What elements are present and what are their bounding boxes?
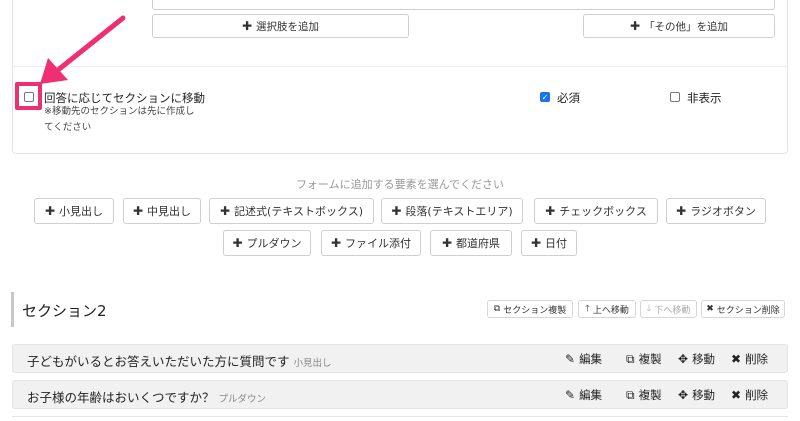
delete-label: 削除: [745, 352, 769, 366]
plus-icon: ✚: [44, 204, 56, 218]
add-prefecture-button[interactable]: ✚ 都道府県: [430, 230, 512, 256]
add-element-label: 小見出し: [59, 205, 104, 218]
edit-label: 編集: [579, 388, 603, 402]
required-checkbox[interactable]: ✓: [540, 92, 550, 102]
question-row[interactable]: お子様の年齢はおいくつですか？ プルダウン ✎ 編集 ⧉ 複製 ✥ 移動 ✖ 削除: [12, 380, 788, 409]
add-option-button[interactable]: ✚ 選択肢を追加: [152, 14, 409, 38]
section-delete-label: セクション削除: [716, 305, 780, 316]
add-file-button[interactable]: ✚ ファイル添付: [321, 230, 421, 256]
section-copy-button[interactable]: ⧉ セクション複製: [487, 300, 573, 318]
section-title: セクション2: [22, 302, 107, 320]
edit-button[interactable]: ✎ 編集: [565, 387, 602, 403]
copy-icon: ⧉: [626, 387, 635, 402]
copy-button[interactable]: ⧉ 複製: [626, 351, 662, 367]
required-label: 必須: [557, 91, 580, 105]
section-down-button[interactable]: 🡓 下へ移動: [640, 300, 697, 318]
add-element-label: 記述式(テキストボックス): [234, 205, 363, 218]
move-button[interactable]: ✥ 移動: [678, 387, 715, 403]
next-row-edge: [12, 416, 788, 421]
delete-label: 削除: [745, 388, 769, 402]
jump-section-note: ※移動先のセクションは先に作成し てください: [44, 104, 194, 136]
question-type: プルダウン: [218, 394, 267, 405]
section-up-button[interactable]: 🡑 上へ移動: [578, 300, 636, 318]
add-element-label: 中見出し: [147, 205, 192, 218]
pencil-icon: ✎: [565, 352, 576, 366]
section-down-label: 下へ移動: [654, 305, 691, 316]
arrow-up-icon: 🡑: [585, 304, 590, 314]
copy-button[interactable]: ⧉ 複製: [626, 387, 662, 403]
hidden-label: 非表示: [687, 91, 722, 105]
plus-icon: ✚: [241, 19, 253, 33]
plus-icon: ✚: [629, 19, 641, 33]
edit-button[interactable]: ✎ 編集: [565, 351, 602, 367]
move-label: 移動: [692, 352, 716, 366]
copy-icon: ⧉: [493, 304, 501, 314]
add-medium-heading-button[interactable]: ✚ 中見出し: [123, 198, 201, 224]
close-icon: ✖: [731, 352, 742, 366]
add-element-label: チェックボックス: [559, 205, 647, 218]
question-row[interactable]: 子どもがいるとお答えいただいた方に質問です 小見出し ✎ 編集 ⧉ 複製 ✥ 移動 ✖ 削…: [12, 344, 788, 373]
copy-label: 複製: [638, 388, 662, 402]
section-delete-button[interactable]: ✖ セクション削除: [701, 300, 785, 318]
add-dropdown-button[interactable]: ✚ プルダウン: [223, 230, 311, 256]
section-up-label: 上へ移動: [592, 305, 629, 316]
pencil-icon: ✎: [565, 388, 576, 402]
edit-label: 編集: [579, 352, 603, 366]
arrow-down-icon: 🡓: [646, 304, 652, 314]
add-other-label: 「その他」を追加: [644, 20, 729, 33]
plus-icon: ✚: [391, 204, 402, 218]
move-button[interactable]: ✥ 移動: [678, 351, 715, 367]
close-icon: ✖: [731, 388, 742, 402]
add-option-label: 選択肢を追加: [256, 20, 320, 33]
plus-icon: ✚: [132, 204, 144, 218]
question-title: 子どもがいるとお答えいただいた方に質問です 小見出し: [27, 351, 332, 370]
add-element-label: 日付: [545, 237, 568, 250]
add-other-button[interactable]: ✚ 「その他」を追加: [583, 14, 775, 38]
plus-icon: ✚: [530, 236, 542, 250]
plus-icon: ✚: [220, 204, 231, 218]
plus-icon: ✚: [330, 236, 342, 250]
move-icon: ✥: [678, 388, 689, 402]
add-textbox-button[interactable]: ✚ 記述式(テキストボックス): [209, 198, 374, 224]
question-title: お子様の年齢はおいくつですか？ プルダウン: [27, 387, 266, 406]
add-element-label: 段落(テキストエリア): [405, 205, 513, 218]
section-copy-label: セクション複製: [503, 305, 567, 316]
delete-button[interactable]: ✖ 削除: [731, 351, 768, 367]
add-element-label: ラジオボタン: [690, 205, 756, 218]
plus-icon: ✚: [545, 204, 556, 218]
add-element-label: プルダウン: [246, 237, 302, 250]
option-input[interactable]: [152, 0, 775, 10]
copy-icon: ⧉: [626, 351, 635, 366]
question-text: 子どもがいるとお答えいただいた方に質問です: [27, 354, 290, 369]
delete-button[interactable]: ✖ 削除: [731, 387, 768, 403]
plus-icon: ✚: [232, 236, 243, 250]
add-element-label: 都道府県: [456, 237, 501, 250]
add-small-heading-button[interactable]: ✚ 小見出し: [34, 198, 114, 224]
add-element-label: ファイル添付: [345, 237, 412, 250]
plus-icon: ✚: [676, 204, 687, 218]
move-icon: ✥: [678, 352, 689, 366]
close-icon: ✖: [706, 304, 714, 314]
section-accent-bar: [11, 292, 14, 327]
jump-note-line-2: てください: [44, 122, 92, 133]
add-element-title: フォームに追加する要素を選んでください: [295, 178, 505, 191]
question-type: 小見出し: [293, 358, 332, 369]
arrow-annotation-icon: [40, 15, 126, 84]
hidden-checkbox[interactable]: [670, 92, 680, 102]
add-date-button[interactable]: ✚ 日付: [521, 230, 577, 256]
add-radio-button[interactable]: ✚ ラジオボタン: [666, 198, 766, 224]
add-checkbox-button[interactable]: ✚ チェックボックス: [534, 198, 658, 224]
jump-note-line-1: ※移動先のセクションは先に作成し: [44, 106, 195, 117]
plus-icon: ✚: [441, 236, 453, 250]
add-textarea-button[interactable]: ✚ 段落(テキストエリア): [381, 198, 523, 224]
copy-label: 複製: [638, 352, 662, 366]
move-label: 移動: [692, 388, 716, 402]
question-text: お子様の年齢はおいくつですか？: [27, 390, 215, 405]
